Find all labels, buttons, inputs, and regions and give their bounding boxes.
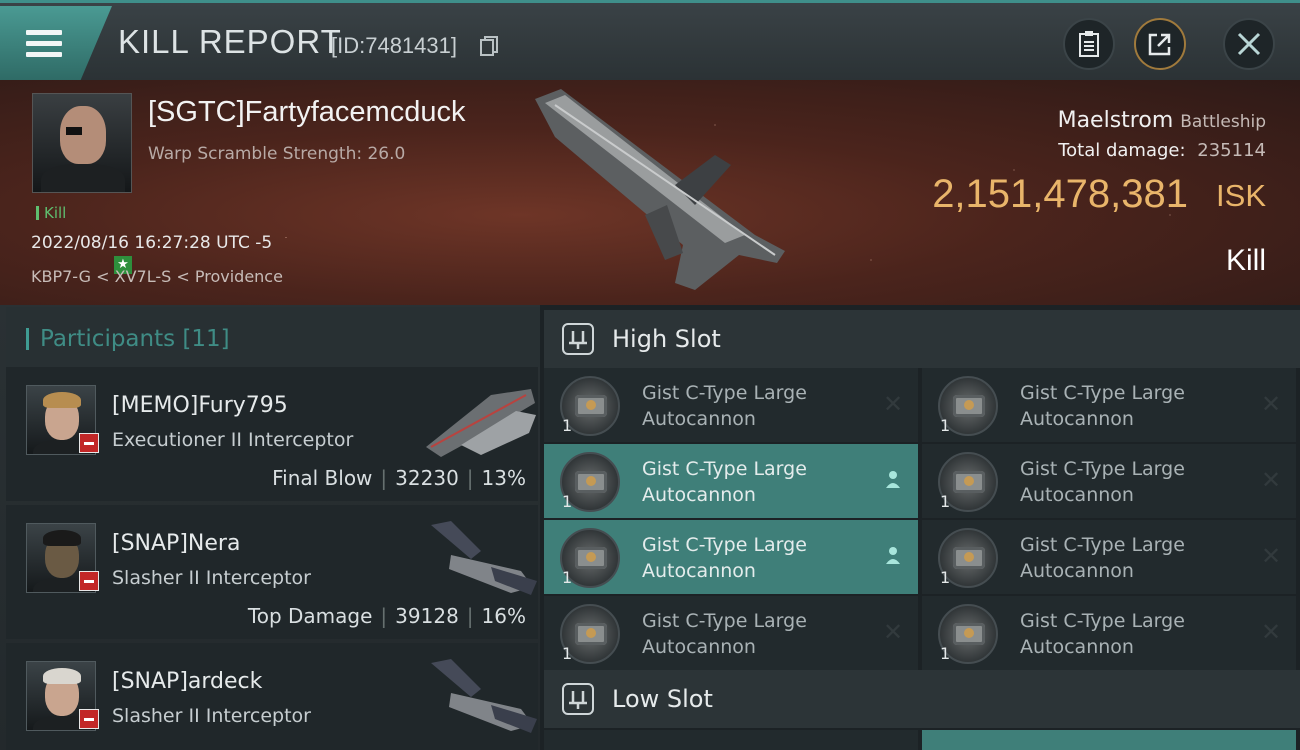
participants-panel: Participants [11] [MEMO]Fury795 Executio…	[0, 305, 540, 750]
clipboard-button[interactable]	[1063, 18, 1115, 70]
module-quantity: 1	[562, 568, 573, 587]
participant-damage: 32230	[395, 466, 459, 490]
menu-button[interactable]	[0, 6, 112, 80]
module-name: Gist C-Type Large Autocannon	[642, 382, 807, 430]
module-slot[interactable]: 1 Gist C-Type Large Autocannon	[544, 444, 918, 518]
low-slot-header: Low Slot	[544, 670, 1300, 728]
high-slot-icon	[562, 323, 594, 355]
participant-row[interactable]: [MEMO]Fury795 Executioner II Interceptor…	[6, 367, 538, 501]
total-damage: Total damage: 235114	[1058, 140, 1266, 161]
module-name: Gist C-Type Large Autocannon	[1020, 382, 1185, 430]
report-id: [ID:7481431]	[331, 33, 457, 58]
isk-unit: ISK	[1216, 178, 1266, 213]
module-name: Gist C-Type Large Autocannon	[642, 534, 807, 582]
module-slot[interactable]: 1 Gist C-Type Large Autocannon ✕	[544, 596, 918, 670]
dropped-person-icon	[882, 545, 904, 567]
kill-tag: Kill	[36, 204, 66, 222]
destroyed-icon: ✕	[882, 618, 904, 646]
close-button[interactable]	[1223, 18, 1275, 70]
module-quantity: 1	[940, 644, 951, 663]
participant-damage: 39128	[395, 604, 459, 628]
ship-name[interactable]: Maelstrom	[1058, 108, 1174, 133]
participant-percent: 13%	[481, 466, 526, 490]
total-damage-value: 235114	[1197, 140, 1266, 161]
hostile-badge-icon	[79, 709, 99, 729]
participant-role: Final Blow	[272, 466, 373, 490]
low-slot-icon	[562, 683, 594, 715]
module-name: Gist C-Type Large Autocannon	[642, 610, 807, 658]
module-slot[interactable]: 1 Gist C-Type Large Autocannon ✕	[544, 368, 918, 442]
dropped-person-icon	[882, 469, 904, 491]
participants-title: Participants [11]	[40, 326, 230, 352]
participant-role: Top Damage	[247, 604, 373, 628]
victim-summary: ★ [SGTC]Fartyfacemcduck Warp Scramble St…	[0, 80, 1300, 305]
kill-result: Kill	[1225, 244, 1266, 277]
kill-location[interactable]: KBP7-G < XV7L-S < Providence	[31, 267, 283, 286]
participant-ship-image	[431, 521, 537, 595]
hostile-badge-icon	[79, 571, 99, 591]
total-damage-label: Total damage:	[1058, 140, 1186, 161]
participant-name: [SNAP]ardeck	[112, 669, 263, 694]
kill-datetime: 2022/08/16 16:27:28 UTC -5	[31, 233, 273, 253]
module-quantity: 1	[940, 568, 951, 587]
module-quantity: 1	[562, 644, 573, 663]
destroyed-icon: ✕	[882, 390, 904, 418]
destroyed-icon: ✕	[1260, 542, 1282, 570]
module-slot[interactable]: 1 Gist C-Type Large Autocannon ✕	[922, 368, 1296, 442]
fitting-panel: High Slot 1 Gist C-Type Large Autocannon …	[540, 305, 1300, 750]
victim-ship-image[interactable]	[525, 85, 790, 300]
participant-ship: Slasher II Interceptor	[112, 567, 311, 589]
high-slot-header: High Slot	[544, 310, 1300, 368]
participant-ship: Executioner II Interceptor	[112, 429, 354, 451]
low-slot-title: Low Slot	[612, 685, 713, 713]
participant-row[interactable]: [SNAP]Nera Slasher II Interceptor Top Da…	[6, 505, 538, 639]
participants-header: Participants [11]	[6, 307, 540, 367]
participant-ship: Slasher II Interceptor	[112, 705, 311, 727]
isk-value: 2,151,478,381	[932, 172, 1188, 216]
module-slot[interactable]	[922, 730, 1296, 750]
high-slot-title: High Slot	[612, 325, 721, 353]
clipboard-icon	[1079, 31, 1099, 57]
module-name: Gist C-Type Large Autocannon	[1020, 610, 1185, 658]
module-name: Gist C-Type Large Autocannon	[1020, 534, 1185, 582]
copy-icon[interactable]	[480, 36, 498, 56]
participant-stats: Final Blow | 32230 | 13%	[272, 466, 526, 490]
top-bar: KILL REPORT [ID:7481431]	[0, 0, 1300, 80]
module-slot[interactable]: 1 Gist C-Type Large Autocannon ✕	[922, 520, 1296, 594]
module-quantity: 1	[940, 416, 951, 435]
module-quantity: 1	[940, 492, 951, 511]
module-name: Gist C-Type Large Autocannon	[642, 458, 807, 506]
warp-scramble-strength: Warp Scramble Strength: 26.0	[148, 144, 406, 164]
module-slot[interactable]: 1 Gist C-Type Large Autocannon ✕	[922, 596, 1296, 670]
victim-portrait[interactable]	[32, 93, 132, 193]
hostile-badge-icon	[79, 433, 99, 453]
participant-name: [SNAP]Nera	[112, 531, 241, 556]
participant-row[interactable]: [SNAP]ardeck Slasher II Interceptor	[6, 643, 538, 750]
close-icon	[1237, 32, 1261, 56]
participant-ship-image	[426, 389, 536, 457]
module-quantity: 1	[562, 416, 573, 435]
menu-icon	[26, 30, 62, 58]
module-name: Gist C-Type Large Autocannon	[1020, 458, 1185, 506]
ship-class: Battleship	[1180, 112, 1266, 132]
destroyed-icon: ✕	[1260, 466, 1282, 494]
module-slot[interactable]: 1 Gist C-Type Large Autocannon ✕	[922, 444, 1296, 518]
victim-name[interactable]: [SGTC]Fartyfacemcduck	[148, 96, 465, 129]
participant-name: [MEMO]Fury795	[112, 393, 288, 418]
share-icon	[1148, 33, 1171, 56]
share-button[interactable]	[1134, 18, 1186, 70]
module-quantity: 1	[562, 492, 573, 511]
destroyed-icon: ✕	[1260, 618, 1282, 646]
destroyed-icon: ✕	[1260, 390, 1282, 418]
participant-percent: 16%	[481, 604, 526, 628]
module-slot[interactable]	[544, 730, 918, 750]
participant-ship-image	[431, 659, 537, 733]
participant-stats: Top Damage | 39128 | 16%	[247, 604, 526, 628]
page-title: KILL REPORT	[118, 23, 342, 60]
ship-type: Maelstrom Battleship	[1058, 108, 1266, 133]
module-slot[interactable]: 1 Gist C-Type Large Autocannon	[544, 520, 918, 594]
